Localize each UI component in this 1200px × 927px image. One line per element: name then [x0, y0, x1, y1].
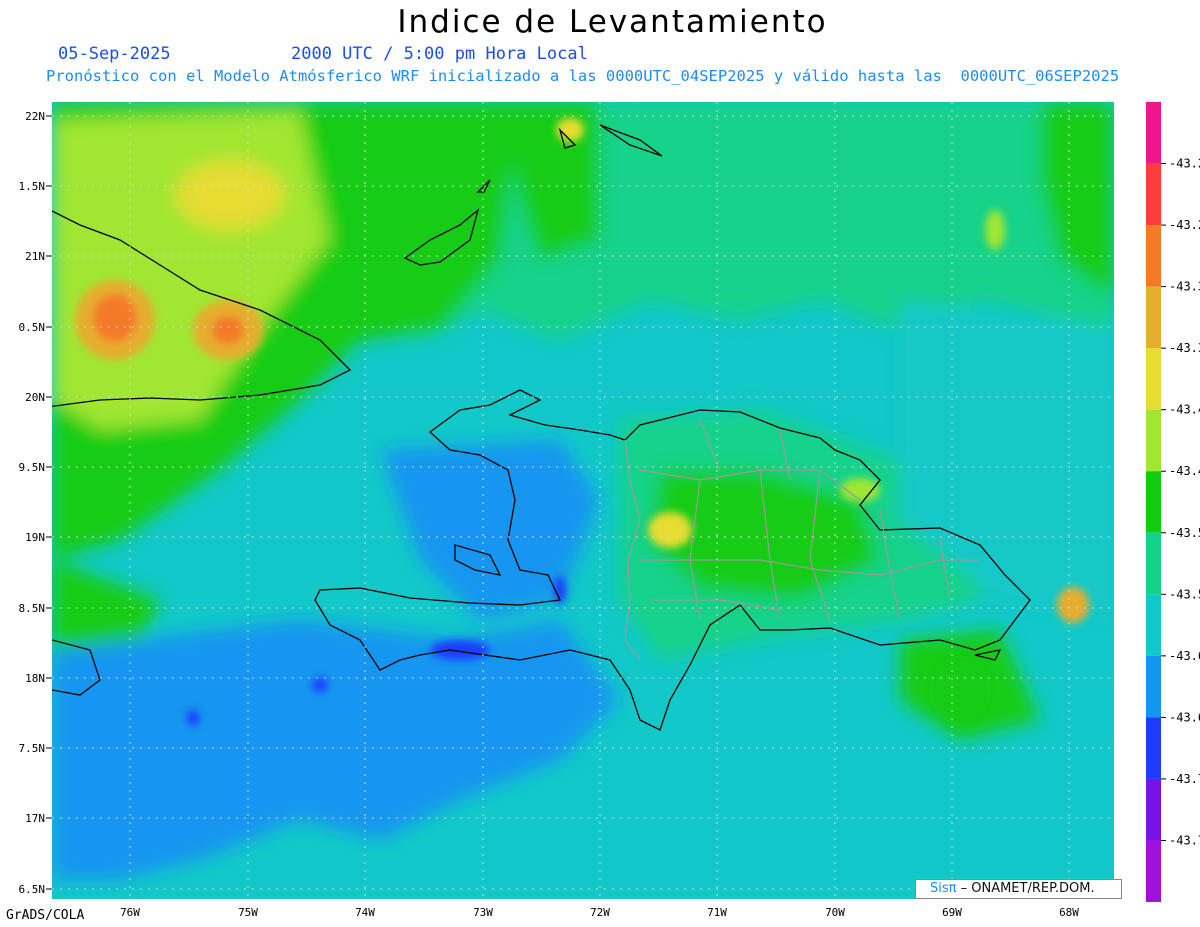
lat-label: 1.5N	[19, 180, 46, 193]
colorbar-label: -43.5	[1169, 526, 1200, 540]
lon-label: 74W	[355, 906, 375, 919]
colorbar-swatch	[1146, 471, 1161, 533]
colorbar-swatch	[1146, 409, 1161, 472]
colorbar-swatch	[1146, 163, 1161, 226]
colorbar-label: -43.4	[1169, 403, 1200, 417]
lat-label: 0.5N	[19, 321, 46, 334]
colorbar: -43.2 -43.2 -43.3 -43.3 -43.4 -43.4 -43.5 -43.5…	[1146, 102, 1200, 902]
axis-ticks	[46, 115, 52, 890]
colorbar-swatch	[1146, 102, 1161, 164]
colorbar-swatch	[1146, 840, 1161, 902]
lon-label: 70W	[825, 906, 845, 919]
colorbar-label: -43.5	[1169, 587, 1200, 601]
lat-label: 6.5N	[19, 883, 46, 896]
lat-label: 7.5N	[19, 742, 46, 755]
colorbar-swatch	[1146, 717, 1161, 779]
colorbar-label: -43.2	[1169, 218, 1200, 232]
lon-label: 69W	[942, 906, 962, 919]
credit-box: Sisπ – ONAMET/REP.DOM.	[915, 879, 1122, 899]
colorbar-label: -43.3	[1169, 280, 1200, 294]
lat-label: 19N	[25, 531, 45, 544]
sispi-logo: Sisπ	[930, 881, 957, 896]
colorbar-label: -43.7	[1169, 772, 1200, 786]
colorbar-swatch	[1146, 655, 1161, 718]
lat-label: 21N	[25, 250, 45, 263]
credit-text: – ONAMET/REP.DOM.	[956, 881, 1095, 896]
lon-label: 76W	[120, 906, 140, 919]
colorbar-swatch	[1146, 286, 1161, 349]
colorbar-label: -43.2	[1169, 157, 1200, 171]
colorbar-label: -43.3	[1169, 341, 1200, 355]
lat-label: 8.5N	[19, 602, 46, 615]
lat-label: 18N	[25, 672, 45, 685]
colorbar-label: -43.6	[1169, 710, 1200, 724]
lat-label: 20N	[25, 391, 45, 404]
lon-label: 73W	[473, 906, 493, 919]
colorbar-swatch	[1146, 778, 1161, 841]
colorbar-label: -43.6	[1169, 649, 1200, 663]
lat-label: 22N	[25, 110, 45, 123]
colorbar-swatch	[1146, 594, 1161, 656]
colorbar-swatch	[1146, 225, 1161, 287]
colorbar-label: -43.4	[1169, 464, 1200, 478]
colorbar-swatch	[1146, 348, 1161, 410]
map-svg: 22N 1.5N 21N 0.5N 20N 9.5N 19N 8.5N 18N …	[19, 102, 1200, 919]
lon-label: 71W	[707, 906, 727, 919]
software-credit: GrADS/COLA	[6, 908, 85, 923]
lat-label: 17N	[25, 812, 45, 825]
lon-label: 72W	[590, 906, 610, 919]
lon-label: 68W	[1059, 906, 1079, 919]
lat-label: 9.5N	[19, 461, 46, 474]
lifted-index-field	[52, 102, 1114, 899]
lon-label: 75W	[238, 906, 258, 919]
colorbar-swatch	[1146, 532, 1161, 595]
colorbar-label: -43.7	[1169, 833, 1200, 847]
